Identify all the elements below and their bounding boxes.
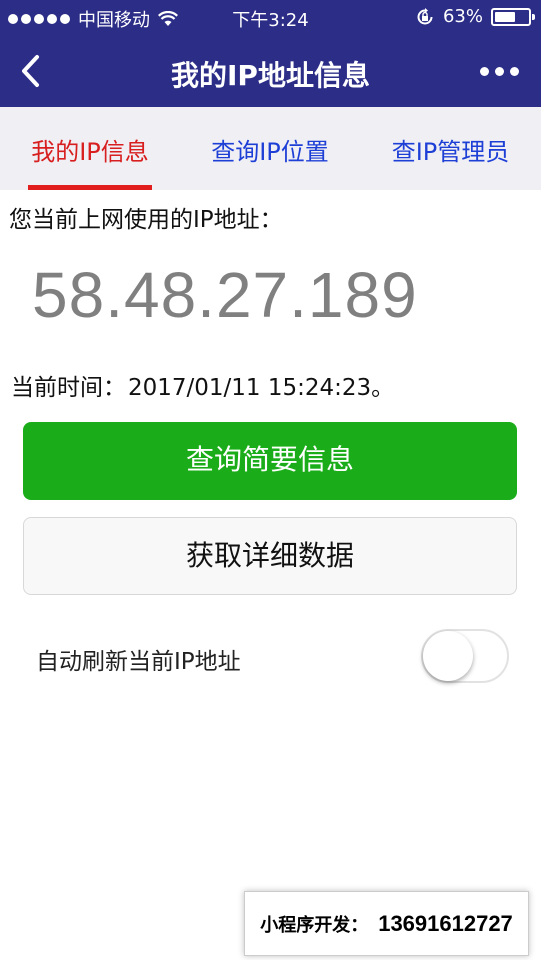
- ip-label: 您当前上网使用的IP地址：: [9, 207, 283, 233]
- auto-refresh-toggle[interactable]: [421, 629, 509, 683]
- tab-ip-location[interactable]: 查询IP位置: [180, 107, 360, 190]
- more-button[interactable]: [477, 58, 521, 84]
- status-right: 63%: [415, 6, 535, 27]
- nav-bar: 我的IP地址信息: [0, 36, 541, 107]
- header: 中国移动 下午3:24 63% 我的IP地址信息: [0, 0, 541, 107]
- status-bar: 中国移动 下午3:24 63%: [0, 0, 541, 36]
- battery-percent: 63%: [442, 6, 483, 27]
- rotation-lock-icon: [417, 7, 433, 24]
- auto-refresh-row: 自动刷新当前IP地址: [0, 625, 541, 685]
- toggle-knob: [423, 631, 473, 681]
- promo-label: 小程序开发：: [260, 914, 369, 936]
- tab-bar: 我的IP信息 查询IP位置 查IP管理员: [0, 107, 541, 190]
- battery-fill: [495, 11, 516, 22]
- auto-refresh-label: 自动刷新当前IP地址: [36, 649, 241, 675]
- time-label: 当前时间：: [11, 375, 126, 401]
- time-value: 2017/01/11 15:24:23。: [128, 375, 395, 401]
- battery-icon: [491, 7, 535, 26]
- get-details-button[interactable]: 获取详细数据: [23, 517, 517, 595]
- tab-my-ip[interactable]: 我的IP信息: [0, 107, 180, 190]
- query-summary-button[interactable]: 查询简要信息: [23, 422, 517, 500]
- promo-phone: 13691612727: [378, 910, 513, 936]
- more-dots-icon: [479, 66, 489, 76]
- current-time-row: 当前时间：2017/01/11 15:24:23。: [9, 368, 394, 402]
- page-title: 我的IP地址信息: [171, 59, 370, 92]
- promo-banner: 小程序开发： 13691612727: [244, 891, 529, 956]
- ip-address-value: 58.48.27.189: [32, 259, 418, 331]
- tab-ip-admin[interactable]: 查IP管理员: [360, 107, 541, 190]
